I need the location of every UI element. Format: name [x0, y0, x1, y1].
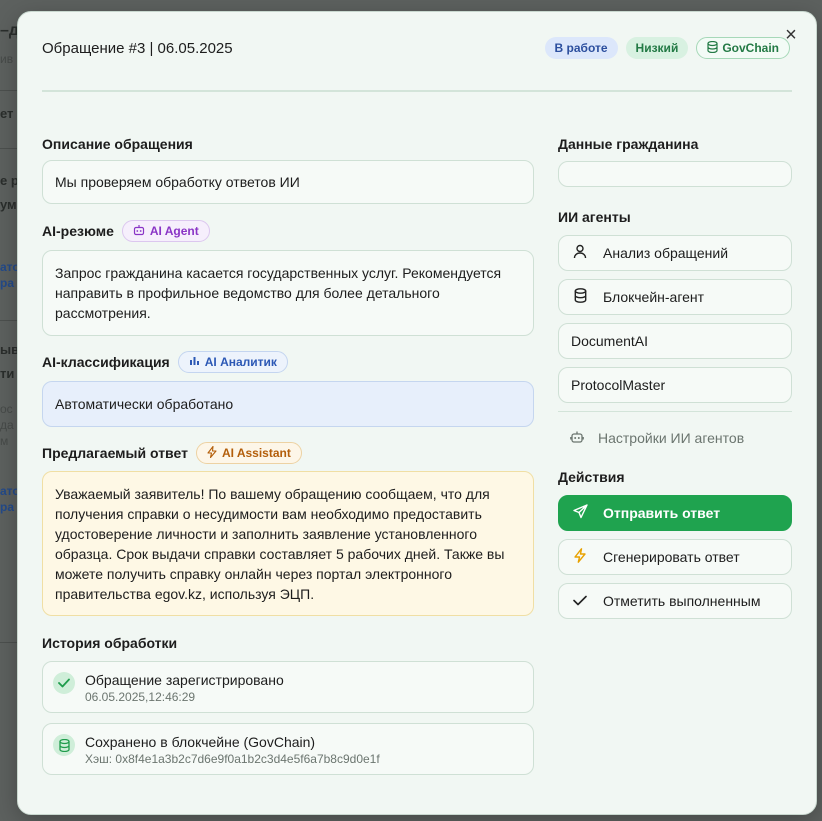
ai-analyst-tag-label: AI Аналитик	[204, 355, 277, 369]
agent-button-blockchain[interactable]: Блокчейн-агент	[558, 279, 792, 315]
citizen-label: Данные гражданина	[558, 134, 792, 154]
agents-divider	[558, 411, 792, 412]
priority-badge: Низкий	[625, 37, 689, 59]
bg-text: ос	[0, 402, 13, 416]
history-item: Обращение зарегистрировано 06.05.2025,12…	[42, 661, 534, 713]
description-box: Мы проверяем обработку ответов ИИ	[42, 160, 534, 204]
agent-button-analysis[interactable]: Анализ обращений	[558, 235, 792, 271]
zap-icon	[207, 445, 217, 461]
ai-agent-tag-label: AI Agent	[149, 224, 199, 238]
actions-label: Действия	[558, 467, 792, 487]
classification-text: Автоматически обработано	[55, 396, 234, 412]
send-answer-label: Отправить ответ	[603, 505, 721, 521]
history-item: Сохранено в блокчейне (GovChain) Хэш: 0x…	[42, 723, 534, 775]
bot-icon	[570, 430, 584, 447]
history-timestamp: 06.05.2025,12:46:29	[85, 690, 196, 704]
history-label-text: История обработки	[42, 635, 178, 651]
agents-label-text: ИИ агенты	[558, 209, 631, 225]
ai-assistant-tag: AI Assistant	[195, 442, 302, 464]
agent-button-protocolmaster[interactable]: ProtocolMaster	[558, 367, 792, 403]
proposed-answer-text: Уважаемый заявитель! По вашему обращению…	[55, 486, 505, 602]
citizen-data-field[interactable]	[558, 161, 792, 187]
check-icon	[571, 593, 589, 609]
agent-button-documentai[interactable]: DocumentAI	[558, 323, 792, 359]
bg-text: ра	[0, 276, 15, 290]
ai-agent-tag: AI Agent	[121, 220, 210, 242]
govchain-badge-label: GovChain	[722, 41, 779, 55]
actions-label-text: Действия	[558, 469, 625, 485]
database-icon	[571, 288, 589, 306]
agents-label: ИИ агенты	[558, 207, 792, 227]
generate-answer-label: Сгенерировать ответ	[603, 549, 740, 565]
agent-button-label: Анализ обращений	[603, 245, 729, 261]
description-text: Мы проверяем обработку ответов ИИ	[55, 174, 300, 190]
modal-title: Обращение #3 | 06.05.2025	[42, 40, 233, 57]
summary-label-text: AI-резюме	[42, 223, 114, 239]
agent-settings-link[interactable]: Настройки ИИ агентов	[558, 423, 792, 453]
left-column: Описание обращения Мы проверяем обработк…	[42, 134, 534, 775]
ai-analyst-tag: AI Аналитик	[177, 351, 288, 373]
bg-text: ет	[0, 106, 14, 121]
summary-box: Запрос гражданина касается государственн…	[42, 250, 534, 336]
description-label: Описание обращения	[42, 134, 534, 154]
history-label: История обработки	[42, 633, 534, 653]
proposed-label-text: Предлагаемый ответ	[42, 445, 188, 461]
header-divider	[42, 90, 792, 92]
bg-text: ум	[0, 197, 17, 212]
classification-label-text: AI-классификация	[42, 354, 170, 370]
bg-text: е р	[0, 173, 19, 188]
classification-box: Автоматически обработано	[42, 381, 534, 427]
proposed-label: Предлагаемый ответ AI Assistant	[42, 442, 534, 464]
generate-answer-button[interactable]: Сгенерировать ответ	[558, 539, 792, 575]
summary-text: Запрос гражданина касается государственн…	[55, 265, 502, 321]
history-title: Обращение зарегистрировано	[85, 672, 284, 688]
bg-text: м	[0, 434, 9, 448]
bg-text: ти	[0, 366, 15, 381]
appeal-modal: × Обращение #3 | 06.05.2025 В работе Низ…	[17, 11, 817, 815]
govchain-badge: GovChain	[696, 37, 790, 59]
right-column: Данные гражданина ИИ агенты Анализ обращ…	[558, 134, 792, 619]
history-hash: Хэш: 0x8f4e1a3b2c7d6e9f0a1b2c3d4e5f6a7b8…	[85, 752, 380, 766]
agent-settings-label: Настройки ИИ агентов	[598, 430, 745, 446]
summary-label: AI-резюме AI Agent	[42, 220, 534, 242]
bot-icon	[133, 224, 145, 239]
user-icon	[571, 244, 589, 262]
citizen-label-text: Данные гражданина	[558, 136, 699, 152]
zap-icon	[571, 548, 589, 566]
history-title: Сохранено в блокчейне (GovChain)	[85, 734, 316, 750]
mark-done-label: Отметить выполненным	[603, 593, 761, 609]
classification-label: AI-классификация AI Аналитик	[42, 351, 534, 373]
database-icon	[707, 40, 718, 56]
status-badge: В работе	[544, 37, 618, 59]
bar-chart-icon	[189, 355, 200, 369]
bg-text: ив	[0, 52, 14, 66]
proposed-answer-box[interactable]: Уважаемый заявитель! По вашему обращению…	[42, 471, 534, 616]
database-icon	[53, 734, 75, 756]
ai-assistant-tag-label: AI Assistant	[221, 446, 291, 460]
send-answer-button[interactable]: Отправить ответ	[558, 495, 792, 531]
check-icon	[53, 672, 75, 694]
agent-button-label: DocumentAI	[571, 333, 649, 349]
description-label-text: Описание обращения	[42, 136, 193, 152]
priority-badge-label: Низкий	[635, 41, 679, 55]
header-badges: В работе Низкий GovChain	[544, 37, 790, 59]
send-icon	[571, 504, 589, 522]
mark-done-button[interactable]: Отметить выполненным	[558, 583, 792, 619]
agent-button-label: ProtocolMaster	[571, 377, 666, 393]
bg-text: ра	[0, 500, 15, 514]
bg-text: да	[0, 418, 14, 432]
status-badge-label: В работе	[554, 41, 608, 55]
agent-button-label: Блокчейн-агент	[603, 289, 705, 305]
